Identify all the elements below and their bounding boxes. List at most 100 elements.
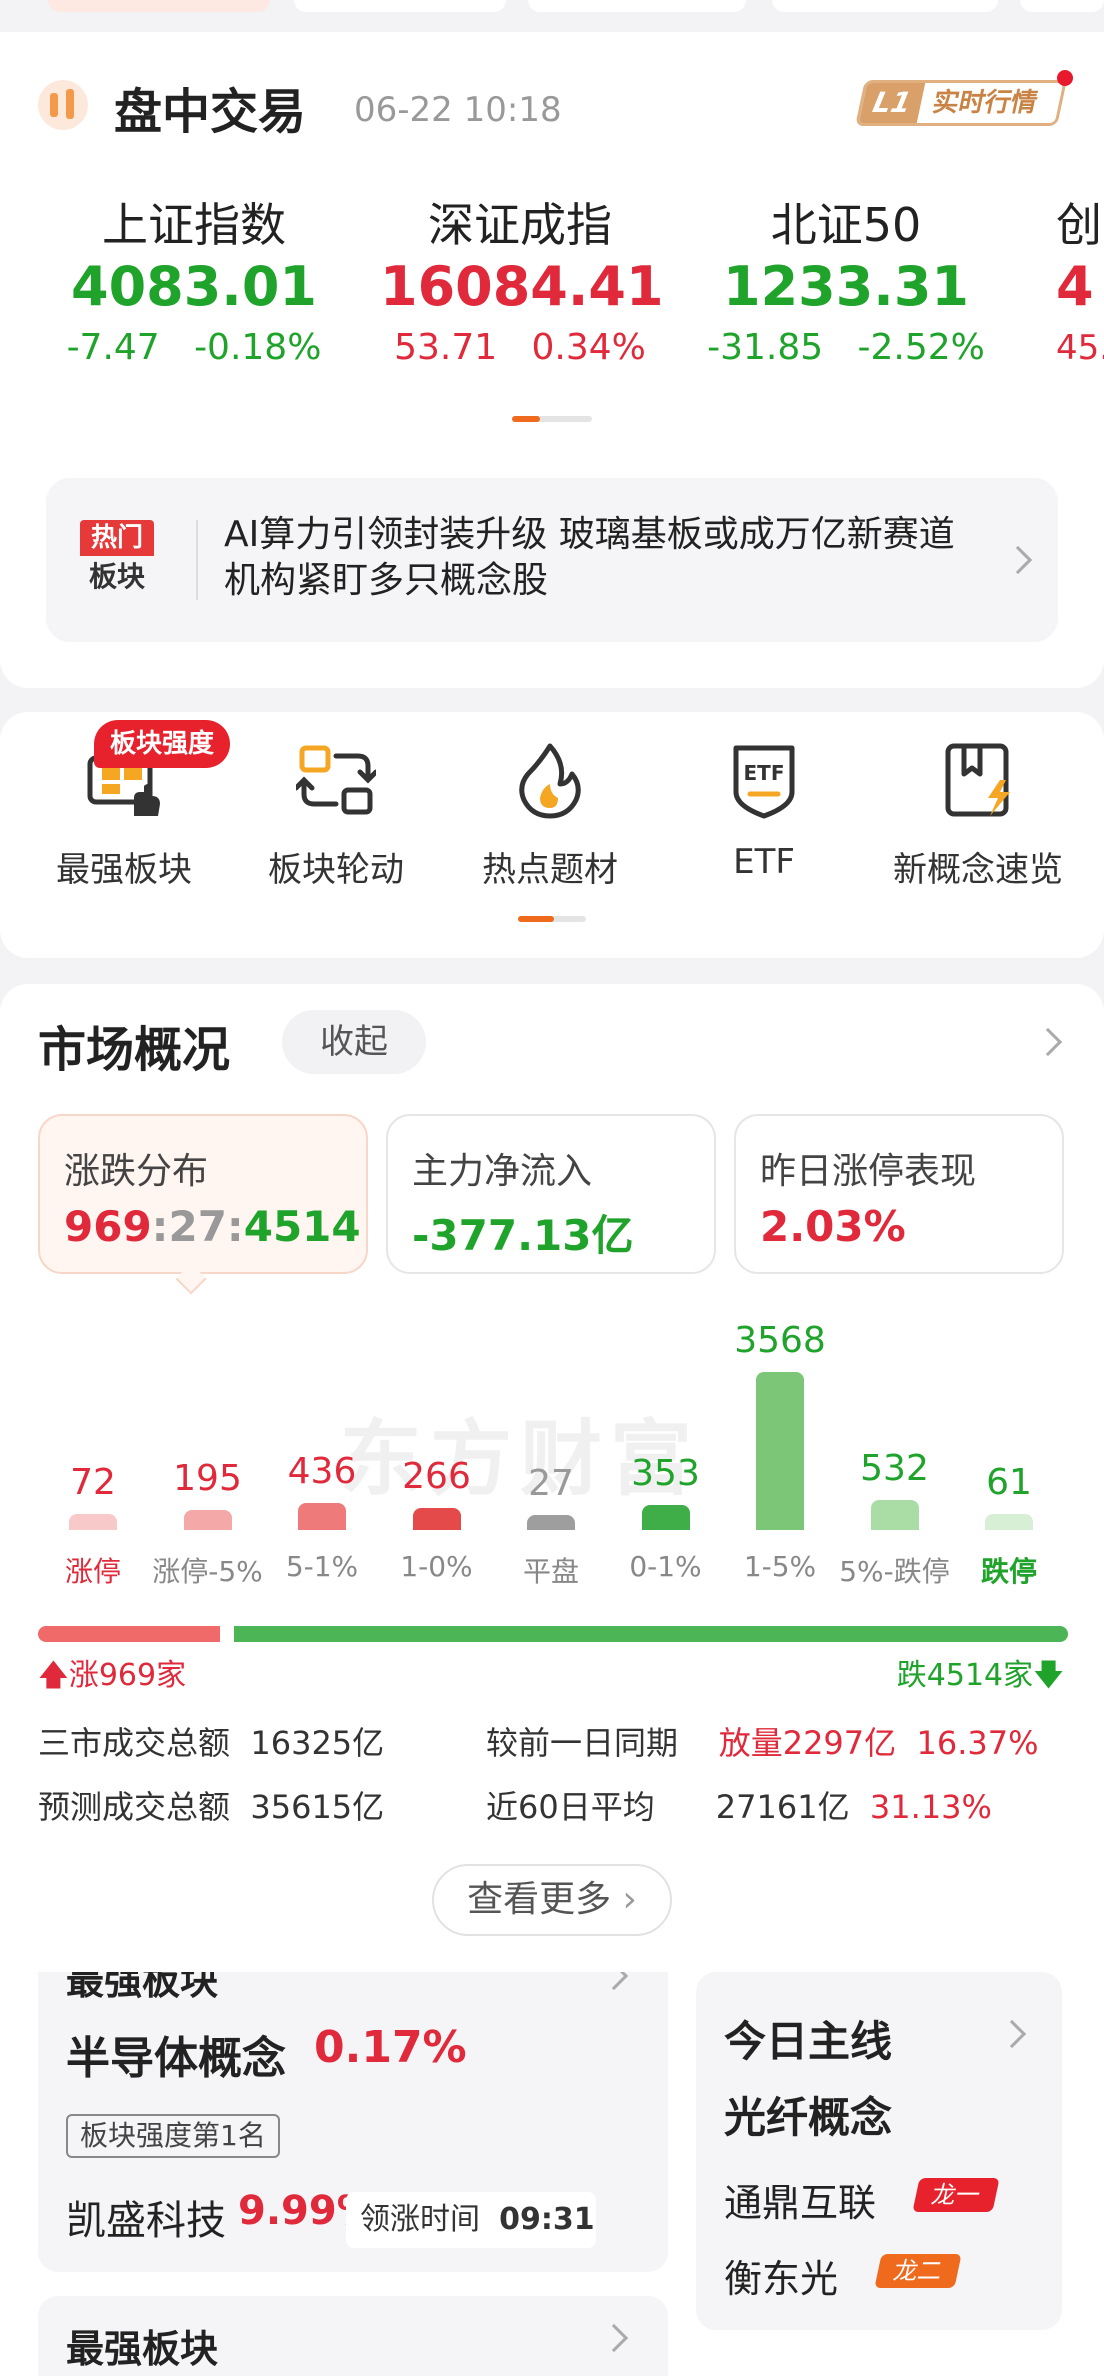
leading-stock-name: 凯盛科技 (66, 2198, 226, 2244)
arrow-up-icon: 🡅 (38, 1658, 69, 1693)
etf-shield-icon: ETF (733, 745, 795, 819)
tool-etf[interactable]: ETF ETF (664, 740, 864, 882)
index-pct: 0.34% (531, 327, 646, 368)
index-name: 北证50 (770, 198, 922, 252)
distribution-bar (527, 1515, 575, 1530)
distribution-value: 195 (173, 1458, 242, 1499)
stat-label: 近60日平均 (486, 1788, 655, 1826)
collapse-button[interactable]: 收起 (282, 1010, 426, 1074)
candlestick-icon (38, 80, 88, 130)
index-name: 创 (1056, 198, 1102, 252)
mainline-title: 今日主线 (724, 2017, 893, 2066)
rise-count-text: 涨969家 (68, 1658, 187, 1693)
yesterday-limitup-box[interactable]: 昨日涨停表现 2.03% (734, 1114, 1064, 1274)
index-item[interactable]: 上证指数 4083.01 -7.47 -0.18% (54, 196, 334, 376)
stat-label: 较前一日同期 (486, 1724, 679, 1762)
stat-value: 放量2297亿 (718, 1724, 897, 1762)
rise-fall-ratio-bar (38, 1626, 1068, 1642)
fall-count: 跌4514家🡇 (897, 1650, 1064, 1704)
mainline-concept: 光纤概念 (724, 2093, 893, 2142)
hot-label: 热门 (80, 520, 154, 556)
distribution-bar (298, 1503, 346, 1530)
mainline-stock: 通鼎互联 (724, 2181, 877, 2225)
distribution-bar (69, 1514, 117, 1530)
distribution-bar (641, 1505, 690, 1530)
top-tab-stub[interactable] (294, 0, 506, 12)
card-header: 最强板块 (66, 1972, 219, 2003)
stat-label: 三市成交总额 (38, 1724, 231, 1762)
stat-value: 35615亿 (250, 1788, 385, 1826)
view-more-label: 查看更多 (467, 1879, 612, 1920)
index-value: 1233.31 (723, 255, 969, 318)
distribution-value: 27 (528, 1463, 574, 1504)
separator: : (151, 1202, 169, 1251)
intraday-title: 盘中交易 (114, 84, 307, 140)
realtime-quote-badge[interactable]: L1 实时行情 (855, 80, 1067, 126)
tool-label: 新概念速览 (893, 850, 1063, 890)
rotation-icon (293, 745, 379, 815)
dragon-one-tag: 龙一 (912, 2178, 1000, 2212)
stat-value: 27161亿 (715, 1788, 850, 1826)
chevron-right-icon: › (622, 1879, 637, 1920)
chevron-right-icon (599, 1972, 629, 1991)
distribution-value: 532 (860, 1448, 929, 1489)
index-value: 4 (1056, 255, 1094, 318)
tool-label: 板块轮动 (268, 850, 404, 890)
index-pager (512, 416, 592, 422)
index-pct: -2.52% (857, 327, 985, 368)
mainline-stock: 衡东光 (724, 2257, 839, 2301)
lead-time: 领涨时间 09:31 (346, 2192, 596, 2248)
index-item[interactable]: 北证50 1233.31 -31.85 -2.52% (706, 196, 986, 376)
chevron-right-icon (1003, 545, 1033, 575)
distribution-value: 61 (986, 1462, 1032, 1503)
market-title: 市场概况 (38, 1022, 231, 1078)
distribution-value: 353 (631, 1453, 700, 1494)
index-change: 45. (1056, 328, 1104, 368)
rise-fall-distribution-box[interactable]: 涨跌分布 969:27:4514 (38, 1114, 368, 1274)
sector-pct: 0.17% (314, 2022, 467, 2073)
lead-time-label: 领涨时间 (360, 2202, 480, 2237)
chevron-right-icon (599, 2323, 629, 2353)
divider (196, 520, 198, 600)
view-more-button[interactable]: 查看更多 › (432, 1864, 672, 1936)
tool-sector-rotation[interactable]: 板块轮动 (236, 740, 436, 891)
tool-label: 最强板块 (56, 850, 192, 890)
tool-hot-topics[interactable]: 热点题材 (450, 740, 650, 891)
hot-sector-badge: 热门 板块 (80, 520, 154, 598)
distribution-bar (985, 1514, 1033, 1530)
top-tab-stub[interactable] (1020, 0, 1104, 12)
box-title: 昨日涨停表现 (760, 1151, 977, 1192)
sector-rank-tag: 板块强度第1名 (66, 2114, 280, 2158)
index-change: -7.47 (66, 327, 160, 368)
stat-pct: 31.13% (869, 1788, 992, 1826)
index-item[interactable]: 创 4 45. (1056, 196, 1104, 376)
down-count: 4514 (243, 1202, 361, 1251)
main-net-inflow-box[interactable]: 主力净流入 -377.13亿 (386, 1114, 716, 1274)
distribution-value: 72 (70, 1462, 116, 1503)
index-value: 4083.01 (71, 255, 317, 318)
dragon-two-tag: 龙二 (874, 2254, 962, 2288)
chevron-right-icon (997, 2019, 1027, 2049)
strongest-sector-card-next[interactable]: 最强板块 (38, 2296, 668, 2376)
top-tab-stub[interactable] (528, 0, 746, 12)
net-inflow-value: -377.13亿 (412, 1211, 634, 1260)
box-title: 主力净流入 (412, 1151, 593, 1192)
distribution-value: 266 (402, 1456, 471, 1497)
mainline-card[interactable]: 今日主线 光纤概念 通鼎互联 龙一 衡东光 龙二 (696, 1972, 1062, 2330)
sector-label: 板块 (88, 560, 145, 593)
box-title: 涨跌分布 (64, 1151, 209, 1192)
top-tab-stub[interactable] (772, 0, 998, 12)
limitup-performance-value: 2.03% (760, 1202, 906, 1251)
tool-new-concepts[interactable]: 新概念速览 (878, 740, 1078, 891)
avg60-turnover: 近60日平均 27161亿 31.13% (486, 1782, 992, 1828)
flat-count: 27 (168, 1202, 227, 1251)
arrow-down-icon: 🡇 (1033, 1658, 1064, 1693)
index-item[interactable]: 深证成指 16084.41 53.71 0.34% (380, 196, 664, 376)
tool-label: 热点题材 (482, 850, 618, 890)
top-tab-stub[interactable] (48, 0, 270, 12)
sector-strength-tag: 板块强度 (94, 720, 231, 768)
hot-sector-banner[interactable]: 热门 板块 AI算力引领封装升级 玻璃基板或成万亿新赛道 机构紧盯多只概念股 (46, 478, 1058, 642)
stat-label: 预测成交总额 (38, 1788, 231, 1826)
predicted-turnover: 预测成交总额 35615亿 (38, 1782, 384, 1828)
index-value: 16084.41 (380, 255, 664, 318)
